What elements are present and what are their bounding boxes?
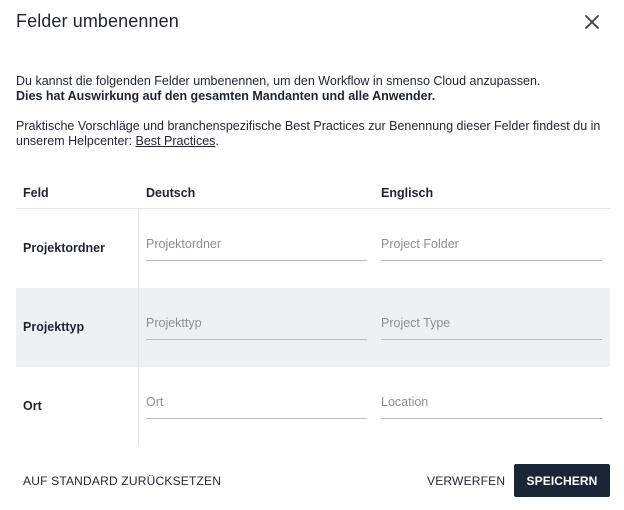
row-label: Projektordner (23, 241, 105, 255)
english-name-field[interactable] (381, 233, 602, 261)
rename-fields-dialog: Felder umbenennen Du kannst die folgende… (0, 0, 624, 510)
row-label: Ort (23, 399, 42, 413)
discard-button[interactable]: VERWERFEN (427, 474, 505, 488)
projektordner-english-input[interactable] (381, 233, 602, 251)
german-name-field[interactable] (146, 391, 367, 419)
intro-period: . (215, 134, 219, 148)
column-header-english: Englisch (381, 186, 434, 200)
intro-line-1: Du kannst die folgenden Felder umbenenne… (16, 74, 541, 88)
table-row-ort: Ort (16, 367, 610, 446)
row-label: Projekttyp (23, 320, 85, 334)
save-button[interactable]: SPEICHERN (514, 464, 610, 497)
intro-text: Du kannst die folgenden Felder umbenenne… (16, 74, 606, 149)
table-row-projektordner: Projektordner (16, 209, 610, 288)
projektordner-german-input[interactable] (146, 233, 367, 251)
reset-to-default-button[interactable]: AUF STANDARD ZURÜCKSETZEN (23, 474, 221, 488)
column-header-field: Feld (23, 186, 49, 200)
english-name-field[interactable] (381, 312, 602, 340)
close-icon (585, 15, 599, 29)
best-practices-link[interactable]: Best Practices (136, 134, 216, 148)
table-header: Feld Deutsch Englisch (16, 176, 610, 209)
ort-english-input[interactable] (381, 391, 602, 409)
intro-warning: Dies hat Auswirkung auf den gesamten Man… (16, 89, 436, 103)
table-row-projekttyp: Projekttyp (16, 288, 610, 367)
close-button[interactable] (580, 10, 604, 34)
projekttyp-german-input[interactable] (146, 312, 367, 330)
projekttyp-english-input[interactable] (381, 312, 602, 330)
column-divider (138, 209, 139, 445)
ort-german-input[interactable] (146, 391, 367, 409)
column-header-german: Deutsch (146, 186, 196, 200)
intro-helpcenter-text: Praktische Vorschläge und branchenspezif… (16, 119, 601, 148)
rename-fields-table: Feld Deutsch Englisch Projektordner Proj… (16, 176, 610, 446)
dialog-title: Felder umbenennen (16, 11, 179, 31)
german-name-field[interactable] (146, 312, 367, 340)
english-name-field[interactable] (381, 391, 602, 419)
german-name-field[interactable] (146, 233, 367, 261)
